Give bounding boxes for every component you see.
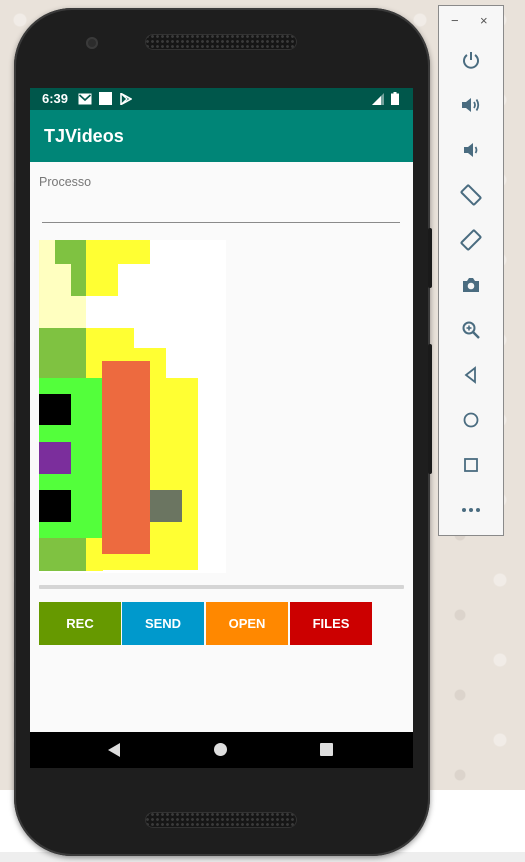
rotate-right-icon[interactable] [459,228,483,252]
rotate-left-icon[interactable] [459,183,483,207]
close-icon[interactable]: × [480,14,488,28]
phone-frame: 6:39 TJVideos Processo REC SEND OPEN FIL… [14,8,432,856]
play-store-icon [120,93,132,105]
gmail-icon [78,93,92,105]
open-button[interactable]: OPEN [206,602,288,645]
more-icon[interactable] [459,498,483,522]
zoom-icon[interactable] [459,318,483,342]
preview-block [55,264,71,296]
preview-block [55,296,86,328]
preview-block [39,394,71,425]
volume-up-icon[interactable] [459,93,483,117]
preview-block [150,490,182,522]
signal-icon [372,93,384,105]
preview-block [39,328,86,368]
camera-preview [39,240,226,573]
navigation-bar [30,732,413,768]
volume-down-icon[interactable] [459,138,483,162]
volume-side-button[interactable] [428,344,432,474]
preview-block [39,490,71,522]
app-title: TJVideos [44,126,124,146]
preview-block [39,538,86,571]
power-side-button[interactable] [428,228,432,288]
battery-icon [391,92,399,105]
processo-label: Processo [39,175,92,189]
preview-block [39,368,86,378]
power-icon[interactable] [459,48,483,72]
preview-block [86,328,134,348]
preview-block [86,240,150,264]
preview-block [102,361,150,554]
back-icon[interactable] [108,743,120,757]
camera-icon[interactable] [459,273,483,297]
top-speaker-grille [145,34,297,50]
front-camera [86,37,98,49]
bottom-speaker-grille [145,812,297,828]
upload-progress-bar [39,585,404,589]
preview-block [71,264,86,296]
preview-block [86,264,118,296]
overview-icon[interactable] [459,453,483,477]
preview-block [166,378,198,570]
app-bar: TJVideos [30,110,413,162]
device-screen: 6:39 TJVideos Processo REC SEND OPEN FIL… [30,88,413,768]
preview-block [55,240,86,264]
processo-input[interactable] [42,194,400,223]
square-notification-icon [99,92,112,105]
send-button[interactable]: SEND [122,602,204,645]
recents-icon[interactable] [320,743,333,756]
status-time: 6:39 [42,91,69,106]
home-icon[interactable] [214,743,227,756]
preview-block [39,442,71,474]
rec-button[interactable]: REC [39,602,121,645]
emulator-toolbar: − × [438,5,504,536]
home-icon[interactable] [459,408,483,432]
files-button[interactable]: FILES [290,602,372,645]
preview-block [86,538,103,571]
minimize-icon[interactable]: − [451,14,459,28]
status-bar: 6:39 [30,88,413,110]
back-icon[interactable] [459,363,483,387]
